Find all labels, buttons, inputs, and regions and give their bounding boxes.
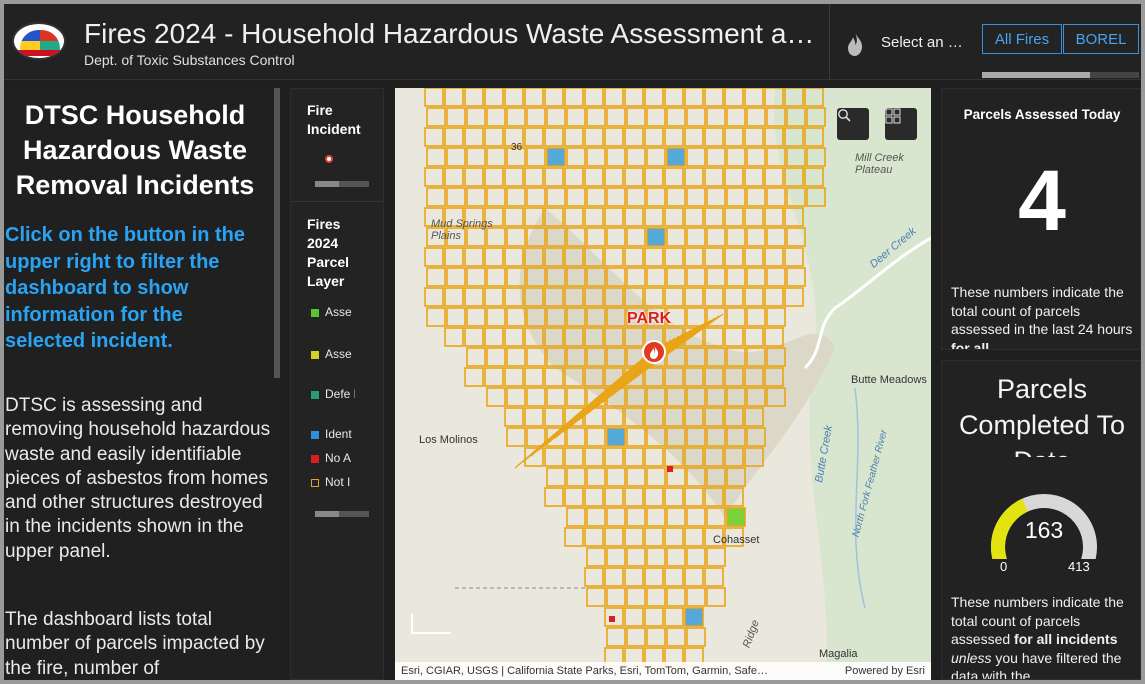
legend-item: Not I	[311, 475, 383, 489]
note-bold: for all incidents	[1014, 631, 1118, 647]
search-icon	[838, 109, 851, 122]
all-fires-button[interactable]: All Fires	[982, 24, 1062, 54]
gauge-max: 413	[1068, 559, 1090, 574]
legend-item: Asse Com	[311, 305, 383, 319]
parcels-completed-panel: Parcels Completed To Date 163 0 413 Thes…	[941, 360, 1141, 680]
incident-label[interactable]: PARK	[627, 310, 671, 328]
legend-divider	[291, 201, 383, 202]
legend-item: Defe Phas	[311, 387, 383, 401]
note-text: These numbers indicate the total count o…	[951, 284, 1133, 337]
place-label-cohasset: Cohasset	[713, 534, 760, 546]
parcel-no-access[interactable]	[667, 466, 673, 472]
page-subtitle: Dept. of Toxic Substances Control	[84, 52, 295, 68]
info-paragraph-2: The dashboard lists total number of parc…	[5, 609, 265, 679]
parcel[interactable]	[666, 147, 686, 167]
parcels-today-panel: Parcels Assessed Today 4 These numbers i…	[941, 88, 1141, 350]
parcel[interactable]	[546, 147, 566, 167]
flame-icon	[848, 32, 863, 56]
legend-title-incident: Fire Incident	[307, 102, 361, 137]
parcel[interactable]	[684, 607, 704, 627]
dashboard: Fires 2024 - Household Hazardous Waste A…	[4, 4, 1141, 680]
legend-swatch	[311, 308, 319, 317]
parcel[interactable]	[726, 507, 746, 527]
legend-swatch	[311, 390, 319, 399]
legend-scrollbar-2[interactable]	[315, 511, 369, 517]
parcel-no-access[interactable]	[609, 616, 615, 622]
parcels-today-value: 4	[1018, 153, 1066, 249]
route-shield: 36	[511, 142, 523, 153]
legend-swatch	[311, 478, 319, 487]
info-panel-scrollbar[interactable]	[274, 88, 280, 378]
button-scrollbar[interactable]	[982, 72, 1139, 78]
powered-by-esri[interactable]: Powered by Esri	[845, 662, 925, 680]
legend-label: Defe Phas	[325, 387, 355, 401]
legend-scrollbar[interactable]	[315, 181, 369, 187]
place-label-mill-creek: Mill Creek Plateau	[855, 152, 904, 176]
parcels-completed-note: These numbers indicate the total count o…	[951, 593, 1137, 679]
map-attribution: Esri, CGIAR, USGS | California State Par…	[395, 662, 931, 680]
place-label-magalia: Magalia	[819, 648, 858, 660]
header-divider	[829, 4, 830, 80]
legend-label: No A	[325, 451, 352, 465]
legend-title-parcels: Fires 2024 Parcel Layer	[307, 216, 350, 289]
page-title: Fires 2024 - Household Hazardous Waste A…	[84, 18, 815, 49]
legend-panel: Fire Incident Fires 2024 Parcel Layer As…	[290, 88, 384, 680]
place-label-butte-meadows: Butte Meadows	[851, 374, 927, 386]
legend-label: Asse Com	[325, 305, 355, 319]
parcel[interactable]	[646, 227, 666, 247]
incident-marker-icon[interactable]	[642, 340, 666, 364]
header: Fires 2024 - Household Hazardous Waste A…	[4, 4, 1141, 80]
note-bold: for all	[951, 339, 990, 350]
parcels-completed-title: Parcels Completed To Date	[958, 374, 1126, 457]
incident-point-symbol	[325, 155, 333, 163]
dtsc-logo	[12, 22, 66, 60]
gauge-min: 0	[1000, 559, 1008, 574]
info-paragraph: DTSC is assessing and removing household…	[5, 395, 271, 562]
legend-item: Asse Retur	[311, 347, 383, 361]
info-heading: DTSC Household Hazardous Waste Removal I…	[15, 100, 255, 200]
legend-label: Asse Retur	[325, 347, 355, 361]
info-instructions: Click on the button in the upper right t…	[5, 224, 245, 352]
map-basemap-button[interactable]	[885, 108, 917, 140]
legend-item: No A	[311, 451, 383, 465]
map-view[interactable]: Mill Creek Plateau Mud Springs Plains Bu…	[395, 88, 931, 680]
legend-label: Not I	[325, 475, 351, 489]
gauge-value: 163	[1024, 517, 1064, 543]
map-search-button[interactable]	[837, 108, 869, 140]
place-label-mud-springs: Mud Springs Plains	[431, 218, 493, 242]
attribution-text: Esri, CGIAR, USGS | California State Par…	[401, 665, 768, 677]
legend-swatch	[311, 350, 319, 359]
parcel[interactable]	[606, 427, 626, 447]
grid-icon	[885, 108, 901, 124]
borel-button[interactable]: BOREL	[1063, 24, 1139, 54]
parcels-today-note: These numbers indicate the total count o…	[951, 283, 1137, 350]
legend-item: Ident	[311, 427, 383, 441]
parcels-today-title: Parcels Assessed Today	[963, 107, 1121, 122]
place-label-los-molinos: Los Molinos	[419, 434, 478, 446]
legend-swatch	[311, 430, 319, 439]
note-italic: unless	[951, 649, 992, 666]
incident-select-label[interactable]: Select an …	[881, 34, 963, 51]
info-panel: DTSC Household Hazardous Waste Removal I…	[4, 88, 282, 680]
legend-swatch	[311, 454, 319, 463]
map-scalebar	[411, 614, 451, 634]
legend-label: Ident	[325, 427, 352, 441]
